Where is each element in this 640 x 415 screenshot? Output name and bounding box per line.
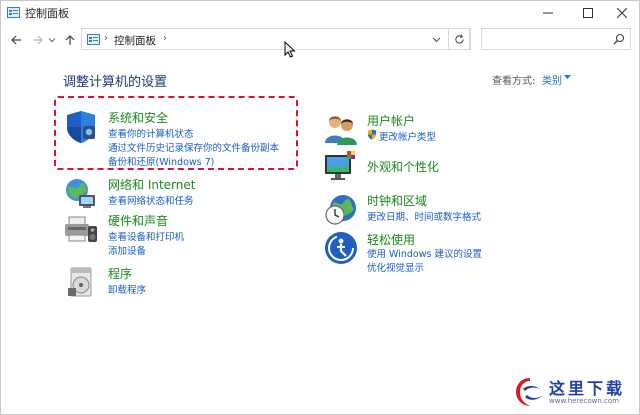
shield-icon[interactable] xyxy=(63,109,99,145)
category-title-system-security[interactable]: 系统和安全 xyxy=(108,109,168,126)
back-button[interactable] xyxy=(7,30,25,50)
view-by-dropdown[interactable]: 类别 xyxy=(542,72,562,87)
link-uninstall-program[interactable]: 卸载程序 xyxy=(108,282,146,296)
forward-arrow-icon xyxy=(33,35,43,45)
watermark-text: 这里下载 xyxy=(549,379,626,398)
breadcrumb-control-panel[interactable]: 控制面板 xyxy=(114,33,156,48)
network-globe-icon[interactable] xyxy=(63,175,99,211)
watermark: 这里下载 www.herecown.com xyxy=(509,371,639,415)
category-title-programs[interactable]: 程序 xyxy=(108,265,132,282)
breadcrumb-separator[interactable]: › xyxy=(104,33,108,44)
view-by-chevron-icon[interactable] xyxy=(564,74,571,80)
minimize-button[interactable] xyxy=(531,1,565,25)
category-title-user-accounts[interactable]: 用户帐户 xyxy=(367,112,415,129)
programs-disc-icon[interactable] xyxy=(63,264,99,300)
watermark-logo-icon xyxy=(516,378,543,406)
maximize-button[interactable] xyxy=(571,1,605,25)
link-add-device[interactable]: 添加设备 xyxy=(108,243,146,257)
back-arrow-icon xyxy=(11,35,21,45)
link-optimize-visual-display[interactable]: 优化视觉显示 xyxy=(367,260,424,274)
link-file-history-backup[interactable]: 通过文件历史记录保存你的文件备份副本 xyxy=(108,140,279,154)
uac-shield-icon xyxy=(368,129,376,140)
breadcrumb-separator-trailing[interactable]: › xyxy=(163,33,167,44)
search-icon[interactable] xyxy=(613,33,625,45)
link-view-network-status[interactable]: 查看网络状态和任务 xyxy=(108,193,194,207)
clock-globe-icon[interactable] xyxy=(323,191,359,227)
forward-button[interactable] xyxy=(29,30,47,50)
category-title-appearance[interactable]: 外观和个性化 xyxy=(367,158,439,175)
mouse-cursor-icon xyxy=(284,41,296,58)
close-button[interactable] xyxy=(605,1,639,25)
view-by-label: 查看方式: xyxy=(492,76,536,87)
address-bar[interactable]: › 控制面板 › xyxy=(81,28,471,50)
category-title-network-internet[interactable]: 网络和 Internet xyxy=(108,176,195,193)
link-backup-restore[interactable]: 备份和还原(Windows 7) xyxy=(108,154,214,168)
refresh-icon xyxy=(454,34,464,44)
link-recommended-settings[interactable]: 使用 Windows 建议的设置 xyxy=(367,246,482,260)
control-panel-app-icon xyxy=(7,7,20,18)
page-heading: 调整计算机的设置 xyxy=(63,75,168,90)
search-input[interactable] xyxy=(481,28,631,50)
accessibility-icon[interactable] xyxy=(323,230,359,266)
maximize-icon xyxy=(583,8,593,18)
up-arrow-icon xyxy=(65,35,75,45)
refresh-button[interactable] xyxy=(448,28,470,50)
link-view-devices-printers[interactable]: 查看设备和打印机 xyxy=(108,229,184,243)
users-icon[interactable] xyxy=(323,111,359,147)
recent-locations-button[interactable] xyxy=(47,30,57,50)
link-view-computer-status[interactable]: 查看你的计算机状态 xyxy=(108,126,194,140)
monitor-palette-icon[interactable] xyxy=(323,149,359,185)
printer-speaker-icon[interactable] xyxy=(63,211,99,247)
close-icon xyxy=(617,8,627,18)
watermark-url: www.herecown.com xyxy=(549,397,619,405)
link-change-account-type[interactable]: 更改帐户类型 xyxy=(379,129,436,143)
window-title: 控制面板 xyxy=(25,7,69,20)
control-panel-location-icon xyxy=(87,34,100,45)
title-bar: 控制面板 xyxy=(1,1,639,25)
address-history-dropdown[interactable] xyxy=(430,32,442,46)
chevron-down-icon xyxy=(432,37,440,42)
chevron-down-icon xyxy=(48,38,56,43)
up-button[interactable] xyxy=(61,30,79,50)
control-panel-window: 控制面板 › 控制面板 › 调整计算机的设置 查看方式: 类别 系统和安全 查看… xyxy=(0,0,640,415)
minimize-icon xyxy=(543,12,553,14)
category-title-hardware-sound[interactable]: 硬件和声音 xyxy=(108,212,168,229)
category-title-clock-region[interactable]: 时钟和区域 xyxy=(367,192,427,209)
link-change-date-time-format[interactable]: 更改日期、时间或数字格式 xyxy=(367,209,481,223)
